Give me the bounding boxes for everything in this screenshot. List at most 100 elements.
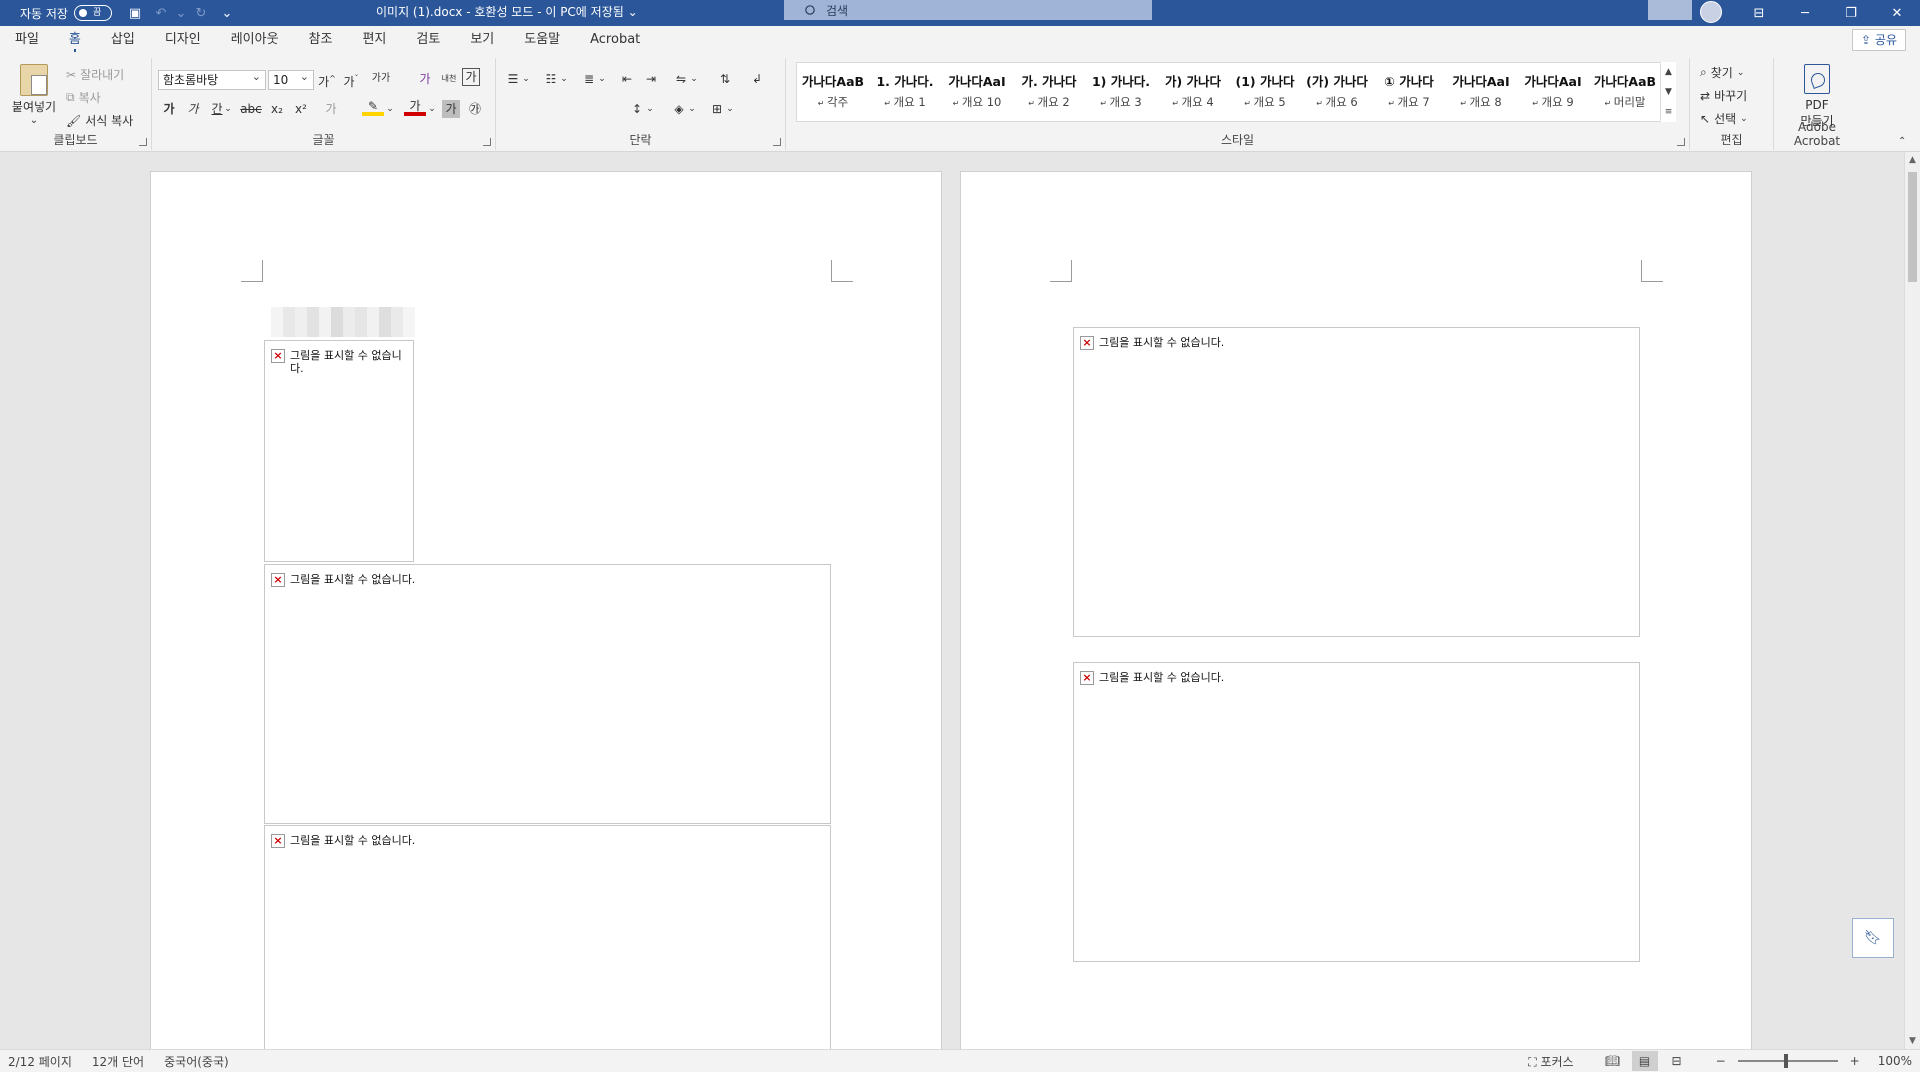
title-dropdown-icon[interactable]: ⌄ xyxy=(628,5,638,19)
zoom-slider[interactable] xyxy=(1737,1054,1838,1068)
style-item[interactable]: (가) 가나다 ↵ 개요 6 xyxy=(1301,63,1373,121)
hanja-convert-icon[interactable]: 가 xyxy=(414,68,436,90)
borders-dropdown-icon[interactable]: ⌄ xyxy=(724,98,736,120)
document-area[interactable]: × 그림을 표시할 수 없습니 다. × 그림을 표시할 수 없습니다. × 그림… xyxy=(0,152,1904,1049)
language-indicator[interactable]: 중국어(중국) xyxy=(164,1053,229,1070)
font-color-button[interactable]: 가 xyxy=(404,98,426,116)
scroll-up-icon[interactable]: ▲ xyxy=(1905,152,1920,168)
page-count[interactable]: 2/12 페이지 xyxy=(8,1053,72,1070)
gallery-more-icon[interactable]: ≡ xyxy=(1661,102,1676,122)
tab-review[interactable]: 검토 xyxy=(401,26,455,54)
tab-view[interactable]: 보기 xyxy=(455,26,509,54)
superscript-button[interactable]: x² xyxy=(290,98,312,120)
char-shading-button[interactable]: 가 xyxy=(442,100,460,118)
shrink-font-button[interactable]: 가ˇ xyxy=(340,68,362,90)
font-name-select[interactable]: 함초롬바탕 xyxy=(158,68,266,90)
subscript-button[interactable]: x₂ xyxy=(266,98,288,120)
document-title[interactable]: 이미지 (1).docx - 호환성 모드 - 이 PC에 저장됨 ⌄ xyxy=(376,0,638,26)
tab-mailings[interactable]: 편지 xyxy=(347,26,401,54)
paste-dropdown-icon[interactable]: ⌄ xyxy=(8,115,60,126)
style-item[interactable]: 가나다AaI ↵ 개요 9 xyxy=(1517,63,1589,121)
font-launcher-icon[interactable] xyxy=(483,138,491,146)
styles-launcher-icon[interactable] xyxy=(1677,138,1685,146)
redo-icon[interactable]: ↻ xyxy=(188,0,214,26)
style-item[interactable]: 1. 가나다. ↵ 개요 1 xyxy=(869,63,941,121)
close-icon[interactable]: ✕ xyxy=(1874,0,1920,26)
restore-icon[interactable]: ❐ xyxy=(1828,0,1874,26)
search-box[interactable]: 검색 xyxy=(784,0,1152,20)
style-item[interactable]: (1) 가나다 ↵ 개요 5 xyxy=(1229,63,1301,121)
gallery-down-icon[interactable]: ▼ xyxy=(1661,82,1676,102)
select-dropdown-icon[interactable]: ⌄ xyxy=(1740,114,1748,124)
strikethrough-button[interactable]: abc xyxy=(240,98,262,120)
grow-font-button[interactable]: 가^ xyxy=(316,68,338,90)
word-count[interactable]: 12개 단어 xyxy=(92,1053,144,1070)
zoom-level[interactable]: 100% xyxy=(1878,1054,1912,1068)
select-button[interactable]: ↖ 선택 ⌄ xyxy=(1700,110,1748,127)
font-color-dropdown-icon[interactable]: ⌄ xyxy=(426,98,438,120)
web-layout-icon[interactable]: ⊟ xyxy=(1664,1051,1690,1071)
replace-button[interactable]: ⇄ 바꾸기 xyxy=(1700,87,1747,104)
broken-image-2[interactable]: × 그림을 표시할 수 없습니다. xyxy=(264,564,831,824)
phonetic-guide-button[interactable]: 내천 xyxy=(438,68,460,90)
read-mode-icon[interactable]: 📖︎ xyxy=(1600,1051,1626,1071)
style-item[interactable]: 가나다AaI ↵ 개요 10 xyxy=(941,63,1013,121)
scroll-thumb[interactable] xyxy=(1908,172,1917,282)
undo-dropdown-icon[interactable]: ⌄ xyxy=(174,0,188,26)
tab-insert[interactable]: 삽입 xyxy=(96,26,150,54)
minimize-icon[interactable]: ─ xyxy=(1782,0,1828,26)
page-right[interactable]: × 그림을 표시할 수 없습니다. × 그림을 표시할 수 없습니다. xyxy=(960,171,1752,1049)
italic-button[interactable]: 가 xyxy=(182,98,204,120)
zoom-in-icon[interactable]: + xyxy=(1850,1054,1860,1068)
user-name-box[interactable] xyxy=(1648,0,1692,20)
paragraph-launcher-icon[interactable] xyxy=(773,138,781,146)
tab-file[interactable]: 파일 xyxy=(0,26,54,54)
broken-image-4[interactable]: × 그림을 표시할 수 없습니다. xyxy=(1073,327,1640,637)
autosave-toggle[interactable]: 자동 저장 끔 xyxy=(20,5,112,22)
print-layout-icon[interactable]: ▤ xyxy=(1631,1051,1658,1071)
numbering-dropdown-icon[interactable]: ⌄ xyxy=(558,68,570,90)
page-left[interactable]: × 그림을 표시할 수 없습니 다. × 그림을 표시할 수 없습니다. × 그림… xyxy=(150,171,942,1049)
broken-image-3[interactable]: × 그림을 표시할 수 없습니다. xyxy=(264,825,831,1049)
highlight-dropdown-icon[interactable]: ⌄ xyxy=(384,98,396,120)
enclose-chars-button[interactable]: ㉮ xyxy=(464,98,486,120)
highlight-color-button[interactable]: ✎ xyxy=(362,98,384,116)
decrease-indent-icon[interactable]: ⇤ xyxy=(616,68,638,90)
multilevel-dropdown-icon[interactable]: ⌄ xyxy=(596,68,608,90)
font-size-select[interactable]: 10 xyxy=(268,68,314,90)
shading-dropdown-icon[interactable]: ⌄ xyxy=(686,98,698,120)
bookmark-tag-button[interactable]: 🔖︎ xyxy=(1852,918,1894,958)
zoom-out-icon[interactable]: − xyxy=(1716,1054,1726,1068)
collapse-ribbon-icon[interactable]: ⌃ xyxy=(1898,136,1906,147)
style-item[interactable]: ① 가나다 ↵ 개요 7 xyxy=(1373,63,1445,121)
change-case-button[interactable]: 가가 xyxy=(366,68,396,90)
show-marks-icon[interactable]: ↲ xyxy=(746,68,768,90)
style-item[interactable]: 1) 가나다. ↵ 개요 3 xyxy=(1085,63,1157,121)
tab-design[interactable]: 디자인 xyxy=(150,26,216,54)
sort-icon[interactable]: ⇅ xyxy=(714,68,736,90)
vertical-scrollbar[interactable]: ▲ ▼ xyxy=(1904,152,1920,1049)
clipboard-launcher-icon[interactable] xyxy=(139,138,147,146)
avatar[interactable] xyxy=(1700,1,1722,23)
bullets-dropdown-icon[interactable]: ⌄ xyxy=(520,68,532,90)
tab-help[interactable]: 도움말 xyxy=(509,26,575,54)
share-button[interactable]: ⇪ 공유 xyxy=(1852,29,1906,51)
scroll-down-icon[interactable]: ▼ xyxy=(1905,1033,1920,1049)
style-item[interactable]: 가. 가나다 ↵ 개요 2 xyxy=(1013,63,1085,121)
underline-dropdown-icon[interactable]: ⌄ xyxy=(222,98,234,120)
style-item[interactable]: 가) 가나다 ↵ 개요 4 xyxy=(1157,63,1229,121)
autosave-switch[interactable]: 끔 xyxy=(73,5,112,21)
copy-button[interactable]: ⧉ 복사 xyxy=(66,89,101,106)
broken-image-1[interactable]: × 그림을 표시할 수 없습니 다. xyxy=(264,340,414,562)
cut-button[interactable]: ✂ 잘라내기 xyxy=(66,66,124,83)
gallery-up-icon[interactable]: ▲ xyxy=(1661,62,1676,82)
bold-button[interactable]: 가 xyxy=(158,98,180,120)
undo-icon[interactable]: ↶ xyxy=(148,0,174,26)
style-item[interactable]: 가나다AaB ↵ 각주 xyxy=(797,63,869,121)
line-spacing-dropdown-icon[interactable]: ⌄ xyxy=(644,98,656,120)
find-dropdown-icon[interactable]: ⌄ xyxy=(1737,68,1745,78)
paste-button[interactable]: 붙여넣기 ⌄ xyxy=(8,64,60,126)
focus-button[interactable]: ⛶ 포커스 xyxy=(1528,1053,1573,1070)
style-item[interactable]: 가나다AaI ↵ 개요 8 xyxy=(1445,63,1517,121)
tab-acrobat[interactable]: Acrobat xyxy=(575,26,655,54)
